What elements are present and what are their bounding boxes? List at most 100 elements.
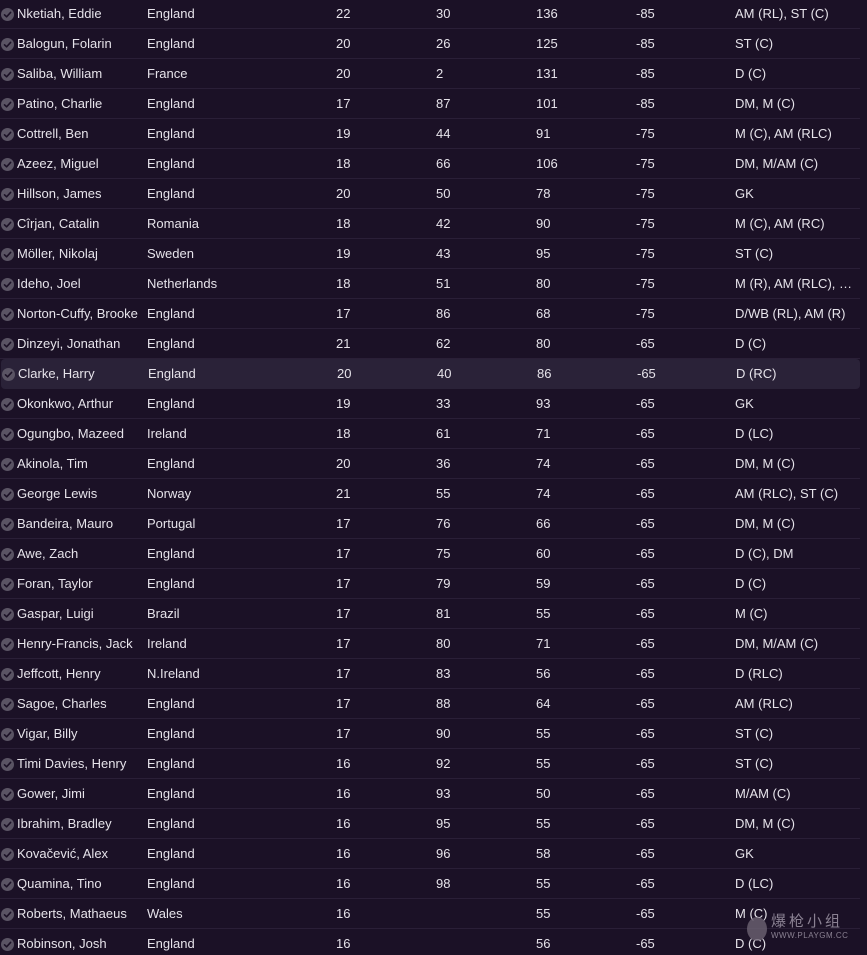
player-ca: 51 — [436, 276, 451, 291]
player-row[interactable]: Cîrjan, Catalin Romania 18 42 90 -75 M (C), AM… — [0, 209, 860, 239]
player-pa: 71 — [536, 426, 551, 441]
player-nationality: England — [147, 96, 195, 111]
player-name: George Lewis — [17, 486, 98, 501]
player-name: Gaspar, Luigi — [17, 606, 94, 621]
player-name: Hillson, James — [17, 186, 102, 201]
player-pa: 78 — [536, 186, 551, 201]
checkmark-icon — [1, 188, 14, 201]
player-ca: 55 — [436, 486, 451, 501]
player-row[interactable]: Patino, Charlie England 17 87 101 -85 DM, M (C… — [0, 89, 860, 119]
player-age: 20 — [336, 186, 351, 201]
player-row[interactable]: Saliba, William France 20 2 131 -85 D (C) — [0, 59, 860, 89]
player-age: 18 — [336, 216, 351, 231]
player-position: D (C) — [735, 936, 767, 951]
player-name: Dinzeyi, Jonathan — [17, 336, 121, 351]
player-ca: 2 — [436, 66, 444, 81]
player-name: Henry-Francis, Jack — [17, 636, 133, 651]
player-position: D (RC) — [736, 366, 777, 381]
checkmark-icon — [1, 158, 14, 171]
player-value: -85 — [636, 96, 655, 111]
player-pa: 86 — [537, 366, 552, 381]
checkmark-icon — [1, 218, 14, 231]
player-pa: 80 — [536, 276, 551, 291]
checkmark-icon — [1, 518, 14, 531]
player-row[interactable]: Quamina, Tino England 16 98 55 -65 D (LC) — [0, 869, 860, 899]
player-row[interactable]: Vigar, Billy England 17 90 55 -65 ST (C) — [0, 719, 860, 749]
checkmark-icon — [1, 248, 14, 261]
player-name: Roberts, Mathaeus — [17, 906, 127, 921]
player-value: -65 — [636, 516, 655, 531]
player-age: 22 — [336, 6, 351, 21]
player-row[interactable]: Hillson, James England 20 50 78 -75 GK — [0, 179, 860, 209]
player-pa: 91 — [536, 126, 551, 141]
player-pa: 90 — [536, 216, 551, 231]
player-row[interactable]: Timi Davies, Henry England 16 92 55 -65 ST (C) — [0, 749, 860, 779]
player-row[interactable]: Foran, Taylor England 17 79 59 -65 D (C) — [0, 569, 860, 599]
player-row[interactable]: Ogungbo, Mazeed Ireland 18 61 71 -65 D (LC) — [0, 419, 860, 449]
player-row[interactable]: Roberts, Mathaeus Wales 16 55 -65 M (C) — [0, 899, 860, 929]
player-nationality: N.Ireland — [147, 666, 200, 681]
player-position: M (C), AM (RLC) — [735, 126, 832, 141]
player-pa: 106 — [536, 156, 558, 171]
checkmark-icon — [1, 848, 14, 861]
player-name: Jeffcott, Henry — [17, 666, 101, 681]
player-pa: 55 — [536, 726, 551, 741]
player-age: 19 — [336, 246, 351, 261]
player-age: 20 — [336, 66, 351, 81]
player-name: Clarke, Harry — [18, 366, 95, 381]
player-position: D (LC) — [735, 876, 774, 891]
player-name: Norton-Cuffy, Brooke — [17, 306, 138, 321]
player-nationality: England — [147, 936, 195, 951]
player-row[interactable]: Norton-Cuffy, Brooke England 17 86 68 -75 D/WB… — [0, 299, 860, 329]
player-position: AM (RLC) — [735, 696, 793, 711]
checkmark-icon — [1, 878, 14, 891]
player-row[interactable]: Gower, Jimi England 16 93 50 -65 M/AM (C) — [0, 779, 860, 809]
player-row[interactable]: Nketiah, Eddie England 22 30 136 -85 AM (RL), … — [0, 0, 860, 29]
player-row[interactable]: Ibrahim, Bradley England 16 95 55 -65 DM, M (C… — [0, 809, 860, 839]
player-value: -85 — [636, 6, 655, 21]
checkmark-icon — [1, 668, 14, 681]
player-pa: 55 — [536, 606, 551, 621]
player-row[interactable]: Sagoe, Charles England 17 88 64 -65 AM (RLC) — [0, 689, 860, 719]
player-pa: 66 — [536, 516, 551, 531]
player-row[interactable]: Möller, Nikolaj Sweden 19 43 95 -75 ST (C) — [0, 239, 860, 269]
player-age: 20 — [337, 366, 352, 381]
player-name: Cîrjan, Catalin — [17, 216, 100, 231]
player-row[interactable]: Gaspar, Luigi Brazil 17 81 55 -65 M (C) — [0, 599, 860, 629]
checkmark-icon — [1, 398, 14, 411]
player-ca: 30 — [436, 6, 451, 21]
player-value: -65 — [636, 426, 655, 441]
player-row[interactable]: Cottrell, Ben England 19 44 91 -75 M (C), AM (… — [0, 119, 860, 149]
player-row[interactable]: Kovačević, Alex England 16 96 58 -65 GK — [0, 839, 860, 869]
player-nationality: England — [147, 336, 195, 351]
player-row[interactable]: Balogun, Folarin England 20 26 125 -85 ST (C) — [0, 29, 860, 59]
player-row[interactable]: Henry-Francis, Jack Ireland 17 80 71 -65 DM, M… — [0, 629, 860, 659]
player-pa: 136 — [536, 6, 558, 21]
player-value: -65 — [636, 906, 655, 921]
player-row[interactable]: Clarke, Harry England 20 40 86 -65 D (RC) — [1, 359, 860, 389]
player-row[interactable]: George Lewis Norway 21 55 74 -65 AM (RLC), ST … — [0, 479, 860, 509]
player-row[interactable]: Okonkwo, Arthur England 19 33 93 -65 GK — [0, 389, 860, 419]
player-value: -75 — [636, 306, 655, 321]
player-name: Ogungbo, Mazeed — [17, 426, 124, 441]
player-row[interactable]: Bandeira, Mauro Portugal 17 76 66 -65 DM, M (C… — [0, 509, 860, 539]
player-row[interactable]: Jeffcott, Henry N.Ireland 17 83 56 -65 D (RLC) — [0, 659, 860, 689]
player-pa: 131 — [536, 66, 558, 81]
player-name: Okonkwo, Arthur — [17, 396, 114, 411]
player-row[interactable]: Ideho, Joel Netherlands 18 51 80 -75 M (R), AM… — [0, 269, 860, 299]
checkmark-icon — [1, 38, 14, 51]
player-value: -75 — [636, 216, 655, 231]
player-nationality: France — [147, 66, 188, 81]
player-row[interactable]: Akinola, Tim England 20 36 74 -65 DM, M (C) — [0, 449, 860, 479]
player-ca: 88 — [436, 696, 451, 711]
player-row[interactable]: Robinson, Josh England 16 56 -65 D (C) — [0, 929, 860, 955]
player-age: 16 — [336, 786, 351, 801]
player-name: Patino, Charlie — [17, 96, 103, 111]
player-age: 16 — [336, 876, 351, 891]
player-row[interactable]: Dinzeyi, Jonathan England 21 62 80 -65 D (C) — [0, 329, 860, 359]
player-pa: 71 — [536, 636, 551, 651]
player-row[interactable]: Azeez, Miguel England 18 66 106 -75 DM, M/AM (… — [0, 149, 860, 179]
player-nationality: England — [147, 186, 195, 201]
player-row[interactable]: Awe, Zach England 17 75 60 -65 D (C), DM — [0, 539, 860, 569]
player-nationality: England — [147, 396, 195, 411]
